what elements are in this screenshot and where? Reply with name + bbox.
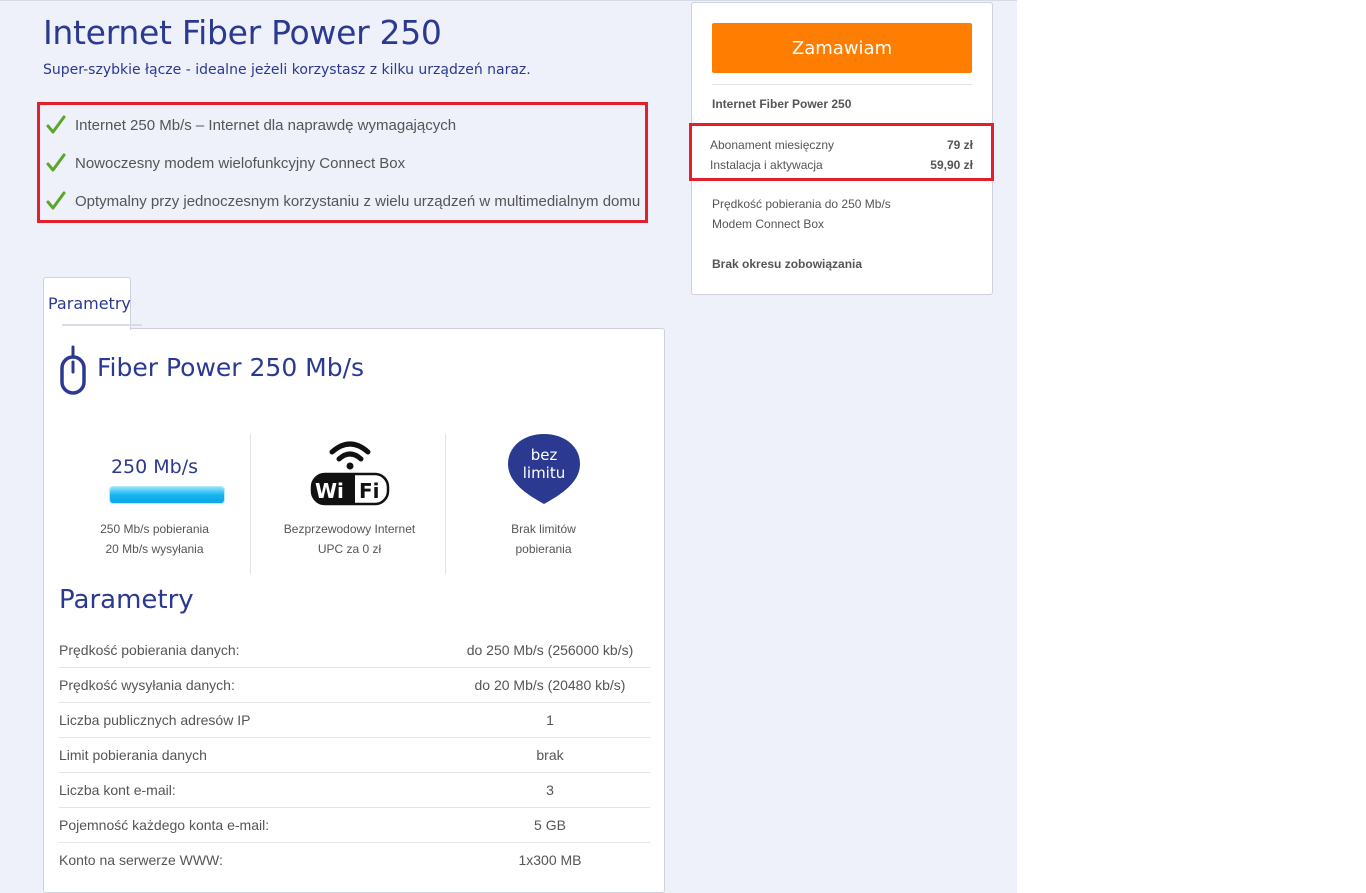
tab-active-underline bbox=[62, 324, 142, 326]
speed-line-upload: 20 Mb/s wysyłania bbox=[105, 542, 204, 556]
order-detail-speed: Prędkość pobierania do 250 Mb/s bbox=[712, 197, 891, 211]
param-label: Liczba publicznych adresów IP bbox=[59, 702, 450, 738]
wifi-line2: UPC za 0 zł bbox=[317, 542, 382, 556]
params-title: Parametry bbox=[59, 585, 194, 615]
wifi-text: Bezprzewodowy Internet UPC za 0 zł bbox=[252, 519, 447, 559]
feature-item: Internet 250 Mb/s – Internet dla naprawd… bbox=[46, 110, 456, 140]
param-label: Pojemność każdego konta e-mail: bbox=[59, 807, 450, 843]
order-detail-modem: Modem Connect Box bbox=[712, 217, 825, 231]
table-row: Konto na serwerze WWW: 1x300 MB bbox=[59, 843, 650, 878]
feature-label: Internet 250 Mb/s – Internet dla naprawd… bbox=[75, 116, 457, 134]
params-table: Prędkość pobierania danych: do 250 Mb/s (… bbox=[59, 633, 650, 877]
limit-text: Brak limitów pobierania bbox=[446, 519, 641, 559]
tab-label: Parametry bbox=[48, 294, 131, 313]
speed-label: 250 Mb/s bbox=[110, 456, 199, 478]
price-label: Abonament miesięczny bbox=[710, 138, 835, 152]
mouse-icon bbox=[60, 345, 86, 395]
table-row: Pojemność każdego konta e-mail: 5 GB bbox=[59, 807, 650, 843]
panel-title: Fiber Power 250 Mb/s bbox=[97, 353, 365, 382]
wifi-logo-text-left: Wi bbox=[315, 479, 344, 503]
feature-item: Nowoczesny modem wielofunkcyjny Connect … bbox=[46, 148, 405, 178]
param-label: Prędkość pobierania danych: bbox=[59, 633, 450, 668]
page-subtitle: Super-szybkie łącze - idealne jeżeli kor… bbox=[43, 62, 531, 78]
bez-limitu-badge-icon: bez limitu bbox=[508, 434, 580, 504]
param-label: Prędkość wysyłania danych: bbox=[59, 667, 450, 703]
param-value: 5 GB bbox=[450, 807, 650, 843]
feature-item: Optymalny przy jednoczesnym korzystaniu … bbox=[46, 186, 640, 216]
table-row: Liczba publicznych adresów IP 1 bbox=[59, 702, 650, 738]
param-label: Limit pobierania danych bbox=[59, 737, 450, 773]
wifi-line1: Bezprzewodowy Internet bbox=[283, 522, 416, 536]
param-label: Konto na serwerze WWW: bbox=[59, 852, 223, 868]
param-value: 3 bbox=[450, 772, 650, 808]
divider bbox=[250, 434, 251, 574]
order-plan-name: Internet Fiber Power 250 bbox=[712, 97, 852, 111]
badge-text-limitu: limitu bbox=[523, 464, 566, 482]
speed-line-download: 250 Mb/s pobierania bbox=[100, 522, 209, 536]
table-row: Limit pobierania danych brak bbox=[59, 737, 650, 773]
page-canvas: Internet Fiber Power 250 Super-szybkie ł… bbox=[0, 0, 1017, 893]
parameters-panel: Fiber Power 250 Mb/s 250 Mb/s 250 Mb/s p… bbox=[43, 328, 665, 893]
price-value: 79 zł bbox=[946, 138, 973, 152]
param-value: 1x300 MB bbox=[518, 852, 582, 868]
price-label: Instalacja i aktywacja bbox=[710, 158, 823, 172]
price-row-monthly: Abonament miesięczny 79 zł bbox=[710, 138, 973, 152]
feature-col-speed: 250 Mb/s 250 Mb/s pobierania 20 Mb/s wys… bbox=[57, 434, 252, 574]
param-value: do 20 Mb/s (20480 kb/s) bbox=[450, 667, 650, 703]
wifi-logo-text-right: Fi bbox=[359, 479, 380, 503]
order-commitment: Brak okresu zobowiązania bbox=[712, 257, 863, 271]
param-label: Liczba kont e-mail: bbox=[59, 772, 450, 808]
param-value: do 250 Mb/s (256000 kb/s) bbox=[450, 633, 650, 668]
order-summary-box: Zamawiam Internet Fiber Power 250 Abonam… bbox=[689, 2, 994, 295]
badge-text-bez: bez bbox=[531, 446, 558, 464]
limit-line1: Brak limitów bbox=[511, 522, 576, 536]
feature-col-wifi: Wi Fi Bezprzewodowy Internet UPC za 0 zł bbox=[252, 434, 447, 574]
table-row: Liczba kont e-mail: 3 bbox=[59, 772, 650, 808]
order-button[interactable]: Zamawiam bbox=[712, 23, 972, 73]
check-icon bbox=[46, 153, 66, 172]
divider bbox=[712, 84, 972, 85]
feature-label: Nowoczesny modem wielofunkcyjny Connect … bbox=[75, 154, 406, 172]
wifi-icon: Wi Fi bbox=[310, 441, 390, 506]
features-highlight-box: Internet 250 Mb/s – Internet dla naprawd… bbox=[37, 102, 648, 223]
price-value: 59,90 zł bbox=[930, 158, 973, 172]
speed-bar bbox=[110, 487, 224, 503]
table-row: Prędkość wysyłania danych: do 20 Mb/s (20… bbox=[59, 667, 650, 703]
check-icon bbox=[46, 191, 66, 210]
feature-label: Optymalny przy jednoczesnym korzystaniu … bbox=[75, 192, 641, 210]
page-title: Internet Fiber Power 250 bbox=[43, 13, 442, 52]
feature-col-limit: bez limitu Brak limitów pobierania bbox=[446, 434, 641, 574]
param-value: brak bbox=[450, 737, 650, 773]
price-row-installation: Instalacja i aktywacja 59,90 zł bbox=[710, 158, 973, 172]
limit-line2: pobierania bbox=[515, 542, 572, 556]
tab-parametry[interactable]: Parametry bbox=[43, 277, 131, 330]
param-value: 1 bbox=[450, 702, 650, 738]
speed-text: 250 Mb/s pobierania 20 Mb/s wysyłania bbox=[57, 519, 252, 559]
price-highlight-box: Abonament miesięczny 79 zł Instalacja i … bbox=[689, 123, 994, 181]
check-icon bbox=[46, 115, 66, 134]
table-row: Prędkość pobierania danych: do 250 Mb/s (… bbox=[59, 633, 650, 668]
